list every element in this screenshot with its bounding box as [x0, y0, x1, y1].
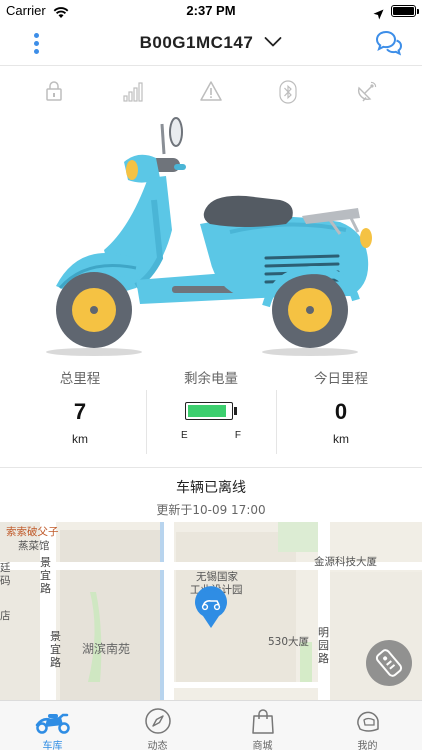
today-mileage-unit: km — [333, 432, 349, 446]
battery-icon — [391, 5, 419, 17]
total-mileage-label: 总里程 — [59, 371, 101, 387]
vehicle-id-title[interactable]: B00G1MC147 — [140, 33, 254, 53]
vehicle-selector[interactable]: B00G1MC147 — [0, 32, 422, 53]
tab-label-feed: 动态 — [147, 741, 168, 750]
lock-icon — [45, 80, 63, 106]
satellite-icon — [356, 80, 378, 106]
map-label-restaurant2: 蒸菜馆 — [18, 540, 50, 552]
battery-empty-label: E — [181, 430, 188, 441]
tab-label-garage: 车库 — [42, 741, 63, 750]
battery-label: 剩余电量 — [184, 371, 238, 387]
map-label-road-top: 景宜路 — [40, 556, 51, 595]
map-label-edge2: 码 — [0, 575, 11, 587]
compass-icon — [105, 707, 210, 735]
tab-bar: 车库 动态 商城 我的 — [0, 700, 422, 750]
battery-level-fill — [188, 405, 226, 417]
tab-label-store: 商城 — [252, 741, 273, 750]
map-label-road-bottom: 景宜路 — [50, 630, 61, 669]
chat-icon[interactable] — [375, 30, 403, 60]
tab-garage[interactable]: 车库 — [0, 701, 105, 750]
total-mileage-value: 7 — [73, 399, 87, 424]
map-label-edge3: 店 — [0, 610, 11, 622]
clock: 2:37 PM — [186, 3, 236, 18]
chevron-down-icon[interactable] — [264, 33, 282, 52]
tab-profile[interactable]: 我的 — [315, 701, 420, 750]
remote-control-icon — [375, 649, 403, 677]
map-label-district: 湖滨南苑 — [82, 642, 131, 656]
divider — [0, 467, 422, 468]
total-mileage-unit: km — [72, 432, 88, 446]
map-label-530: 530大厦 — [268, 636, 310, 648]
map-label-restaurant: 索索破父子 — [6, 526, 59, 538]
tab-feed[interactable]: 动态 — [105, 701, 210, 750]
battery-gauge — [185, 402, 237, 420]
tab-store[interactable]: 商城 — [210, 701, 315, 750]
connection-status: 车辆已离线 — [176, 480, 246, 496]
shopping-bag-icon — [210, 707, 315, 735]
status-bar: Carrier 2:37 PM — [0, 0, 422, 22]
map-label-jinyuan: 金源科技大厦 — [314, 556, 377, 568]
vehicle-stats: 总里程 7 km 剩余电量 E F 今日里程 0 km — [0, 368, 422, 458]
map-label-road-minggang: 明园路 — [318, 626, 329, 665]
vehicle-location-pin-icon[interactable] — [193, 586, 229, 630]
signal-bars-icon — [123, 80, 145, 106]
total-mileage-stat: 总里程 7 km — [10, 368, 150, 446]
today-mileage-label: 今日里程 — [314, 371, 368, 387]
remote-control-button[interactable] — [366, 640, 412, 686]
scooter-icon — [0, 707, 105, 735]
bluetooth-icon — [278, 80, 298, 108]
scooter-illustration — [46, 117, 372, 356]
warning-icon — [200, 80, 222, 106]
battery-stat: 剩余电量 E F — [141, 368, 281, 441]
today-mileage-value: 0 — [334, 399, 348, 424]
vehicle-status-icons — [0, 80, 422, 104]
tab-label-profile: 我的 — [357, 741, 378, 750]
helmet-icon — [315, 707, 420, 735]
battery-full-label: F — [234, 430, 241, 441]
today-mileage-stat: 今日里程 0 km — [271, 368, 411, 446]
last-updated-text: 更新于10-09 17:00 — [156, 503, 266, 517]
nav-bar: B00G1MC147 — [0, 22, 422, 66]
